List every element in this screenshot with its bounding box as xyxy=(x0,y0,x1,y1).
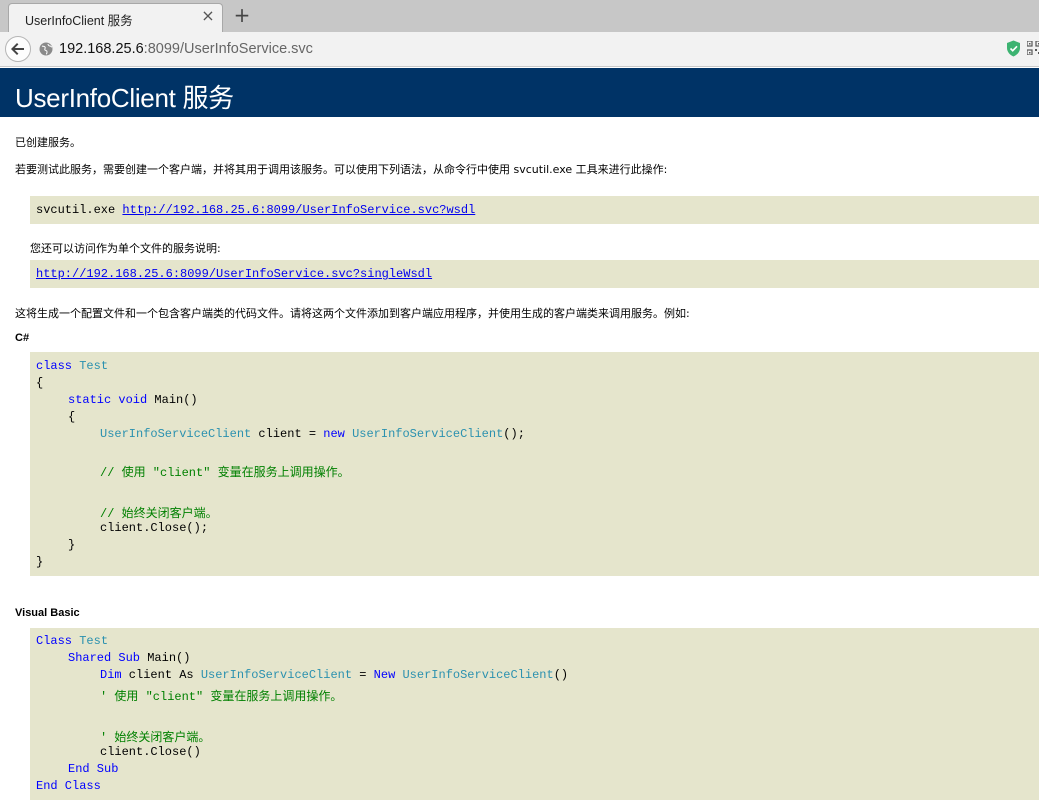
single-wsdl-link[interactable]: http://192.168.25.6:8099/UserInfoService… xyxy=(36,267,432,281)
instructions-text: 若要测试此服务，需要创建一个客户端，并将其用于调用该服务。可以使用下列语法，从命… xyxy=(15,163,668,176)
code-line: Shared Sub Main() xyxy=(68,651,190,665)
tab-title: UserInfoClient 服务 xyxy=(25,14,133,28)
code-line: End Class xyxy=(36,779,101,793)
code-text: () xyxy=(553,668,569,682)
code-text: Main() xyxy=(147,393,198,407)
address-bar[interactable]: 192.168.25.6:8099/UserInfoService.svc xyxy=(59,41,313,57)
keyword: class xyxy=(36,359,73,373)
svcutil-exe: svcutil.exe xyxy=(36,203,123,217)
code-comment: // 始终关闭客户端。 xyxy=(100,507,218,521)
svcutil-command-box: svcutil.exe http://192.168.25.6:8099/Use… xyxy=(30,196,1039,224)
code-comment: // 使用 "client" 变量在服务上调用操作。 xyxy=(100,466,350,480)
new-tab-icon[interactable]: + xyxy=(233,5,251,25)
code-line: UserInfoServiceClient client = new UserI… xyxy=(100,427,525,441)
code-line: } xyxy=(36,555,44,569)
csharp-heading: C# xyxy=(15,332,30,344)
vb-code-block: Class Test Shared Sub Main() Dim client … xyxy=(30,628,1039,800)
shield-icon[interactable] xyxy=(1006,40,1021,57)
keyword: Dim xyxy=(100,668,122,682)
vb-heading: Visual Basic xyxy=(15,607,80,619)
keyword: New xyxy=(373,668,396,682)
back-button[interactable] xyxy=(5,36,31,62)
qr-code-icon[interactable] xyxy=(1027,41,1039,55)
back-arrow-icon xyxy=(11,43,24,55)
url-host: 192.168.25.6 xyxy=(59,41,144,57)
keyword: Shared Sub xyxy=(68,651,141,665)
csharp-code-block: class Test { static void Main() { UserIn… xyxy=(30,352,1039,576)
type-name: Test xyxy=(79,634,109,648)
code-line: static void Main() xyxy=(68,393,198,407)
service-created-text: 已创建服务。 xyxy=(15,136,81,149)
keyword: static void xyxy=(68,393,148,407)
type-name: UserInfoServiceClient xyxy=(402,668,554,682)
code-line: { xyxy=(36,376,44,390)
single-file-note: 您还可以访问作为单个文件的服务说明: xyxy=(30,242,221,255)
code-text: = xyxy=(352,668,374,682)
code-line: Class Test xyxy=(36,634,108,648)
single-wsdl-box: http://192.168.25.6:8099/UserInfoService… xyxy=(30,260,1039,288)
code-text: client = xyxy=(251,427,324,441)
type-name: UserInfoServiceClient xyxy=(352,427,504,441)
csharp-code: class Test { static void Main() { UserIn… xyxy=(36,359,1026,569)
tab-strip: UserInfoClient 服务 × + xyxy=(0,0,1039,32)
svcutil-command: svcutil.exe http://192.168.25.6:8099/Use… xyxy=(36,203,475,217)
code-line: } xyxy=(68,538,76,552)
code-text: (); xyxy=(503,427,525,441)
code-line: client.Close(); xyxy=(100,521,209,535)
code-line: { xyxy=(68,410,76,424)
type-name: Test xyxy=(79,359,109,373)
type-name: UserInfoServiceClient xyxy=(100,427,252,441)
single-wsdl-line: http://192.168.25.6:8099/UserInfoService… xyxy=(36,267,432,281)
keyword: Class xyxy=(36,634,73,648)
browser-tab[interactable]: UserInfoClient 服务 × xyxy=(8,3,223,32)
page-title: UserInfoClient 服务 xyxy=(15,83,234,113)
code-line: Dim client As UserInfoServiceClient = Ne… xyxy=(100,668,568,682)
wsdl-link[interactable]: http://192.168.25.6:8099/UserInfoService… xyxy=(122,203,475,217)
code-comment: ' 始终关闭客户端。 xyxy=(100,731,211,745)
generate-note: 这将生成一个配置文件和一个包含客户端类的代码文件。请将这两个文件添加到客户端应用… xyxy=(15,307,690,320)
url-path: :8099/UserInfoService.svc xyxy=(143,41,313,57)
globe-icon xyxy=(39,42,53,56)
page-header: UserInfoClient 服务 xyxy=(0,68,1039,117)
browser-toolbar: 192.168.25.6:8099/UserInfoService.svc xyxy=(0,32,1039,67)
code-line: client.Close() xyxy=(100,745,201,759)
close-tab-icon[interactable]: × xyxy=(200,8,216,24)
code-text: client As xyxy=(121,668,201,682)
code-line: End Sub xyxy=(68,762,119,776)
code-line: class Test xyxy=(36,359,108,373)
code-comment: ' 使用 "client" 变量在服务上调用操作。 xyxy=(100,690,343,704)
keyword: new xyxy=(323,427,345,441)
code-text: Main() xyxy=(140,651,191,665)
vb-code: Class Test Shared Sub Main() Dim client … xyxy=(36,634,1026,793)
type-name: UserInfoServiceClient xyxy=(200,668,353,682)
